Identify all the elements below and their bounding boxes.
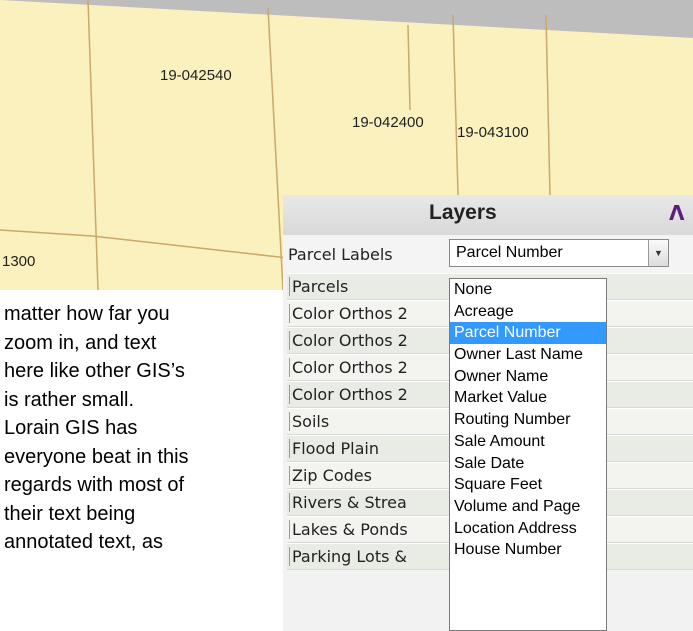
layer-name: Flood Plain bbox=[289, 439, 379, 458]
parcel-label-select[interactable]: Parcel Number ▼ bbox=[449, 239, 669, 267]
parcel-boundary bbox=[452, 14, 459, 196]
text-line: their text being bbox=[4, 502, 136, 525]
parcel-label: 19-042400 bbox=[352, 114, 424, 131]
dropdown-option-selected[interactable]: Parcel Number bbox=[450, 322, 606, 345]
parcel-boundary bbox=[545, 14, 551, 196]
panel-header: Layers Λ bbox=[283, 195, 693, 235]
layer-name: Rivers & Strea bbox=[289, 493, 407, 512]
text-line: Lorain GIS has bbox=[4, 417, 138, 439]
text-line: here like other GIS’s bbox=[4, 360, 185, 382]
layer-name: Color Orthos 2 bbox=[289, 358, 408, 377]
dropdown-option[interactable]: Sale Date bbox=[450, 453, 606, 475]
layer-name: Soils bbox=[289, 412, 329, 431]
dropdown-option[interactable]: Sale Amount bbox=[450, 431, 606, 453]
parcel-boundary bbox=[267, 7, 284, 290]
parcel-label-dropdown-list[interactable]: None Acreage Parcel Number Owner Last Na… bbox=[449, 278, 607, 631]
dropdown-option[interactable]: Square Feet bbox=[450, 474, 606, 496]
dropdown-option[interactable]: None bbox=[450, 279, 606, 301]
text-line: everyone beat in this bbox=[4, 445, 189, 468]
layer-name: Color Orthos 2 bbox=[289, 304, 408, 323]
select-value: Parcel Number bbox=[456, 244, 563, 261]
parcel-label: 1300 bbox=[2, 253, 36, 270]
slide-body-text: matter how far you zoom in, and text her… bbox=[4, 300, 288, 557]
layer-name: Zip Codes bbox=[289, 466, 372, 485]
parcel-label: 19-043100 bbox=[457, 124, 529, 141]
dropdown-option[interactable]: Acreage bbox=[450, 301, 606, 323]
layer-name: Parking Lots & bbox=[289, 547, 407, 566]
parcel-boundary bbox=[0, 229, 93, 237]
text-line: is rather small. bbox=[4, 388, 135, 411]
dropdown-option[interactable]: House Number bbox=[450, 539, 606, 561]
dropdown-option[interactable]: Owner Name bbox=[450, 366, 606, 388]
dropdown-option[interactable]: Routing Number bbox=[450, 409, 606, 431]
chevron-up-icon[interactable]: Λ bbox=[669, 201, 684, 225]
layer-name: Color Orthos 2 bbox=[289, 331, 408, 350]
parcel-labels-caption: Parcel Labels bbox=[288, 245, 393, 264]
dropdown-arrow-icon[interactable]: ▼ bbox=[648, 240, 668, 266]
dropdown-option[interactable]: Location Address bbox=[450, 518, 606, 540]
dropdown-option[interactable]: Owner Last Name bbox=[450, 344, 606, 366]
dropdown-option[interactable]: Volume and Page bbox=[450, 496, 606, 518]
text-line: annotated text, as bbox=[4, 531, 164, 553]
text-line: regards with most of bbox=[4, 474, 185, 496]
parcel-boundary bbox=[407, 24, 411, 111]
layer-name: Lakes & Ponds bbox=[289, 520, 408, 539]
layer-name: Color Orthos 2 bbox=[289, 385, 408, 404]
layer-name: Parcels bbox=[289, 277, 348, 296]
parcel-label: 19-042540 bbox=[160, 67, 232, 84]
parcel-boundary bbox=[91, 235, 289, 259]
dropdown-option[interactable]: Market Value bbox=[450, 387, 606, 409]
text-line: matter how far you bbox=[4, 303, 170, 325]
parcel-boundary bbox=[87, 0, 99, 290]
parcel-labels-row: Parcel Labels Parcel Number ▼ bbox=[283, 236, 693, 272]
panel-title: Layers bbox=[429, 201, 497, 224]
text-line: zoom in, and text bbox=[4, 331, 157, 354]
road-shape bbox=[0, 0, 693, 38]
